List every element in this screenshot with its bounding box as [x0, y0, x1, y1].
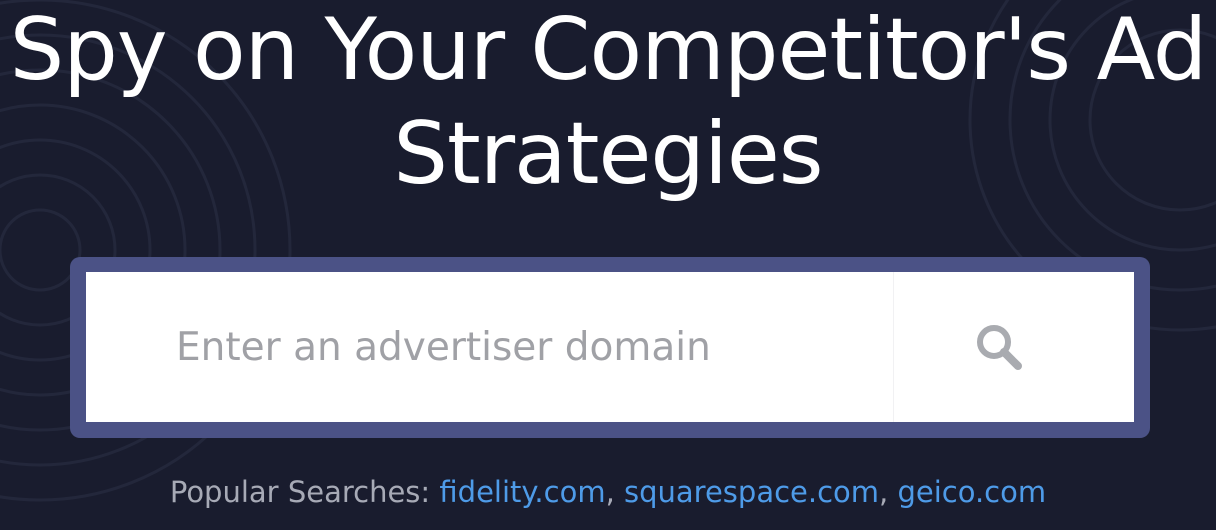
title-line-1: Spy on Your Competitor's Ad	[9, 0, 1208, 100]
popular-searches-label: Popular Searches:	[169, 475, 431, 509]
search-input[interactable]	[116, 272, 894, 422]
search-icon	[977, 325, 1022, 370]
page-title: Spy on Your Competitor's Ad Strategies	[0, 0, 1216, 206]
search-box	[86, 272, 1134, 422]
popular-searches: Popular Searches: fidelity.com, squaresp…	[169, 475, 1047, 509]
search-container	[70, 257, 1150, 438]
title-line-2: Strategies	[393, 104, 823, 204]
popular-link-geico[interactable]: geico.com	[897, 475, 1046, 509]
popular-link-fidelity[interactable]: fidelity.com	[439, 475, 605, 509]
popular-link-squarespace[interactable]: squarespace.com	[624, 475, 879, 509]
search-button[interactable]	[894, 272, 1134, 422]
